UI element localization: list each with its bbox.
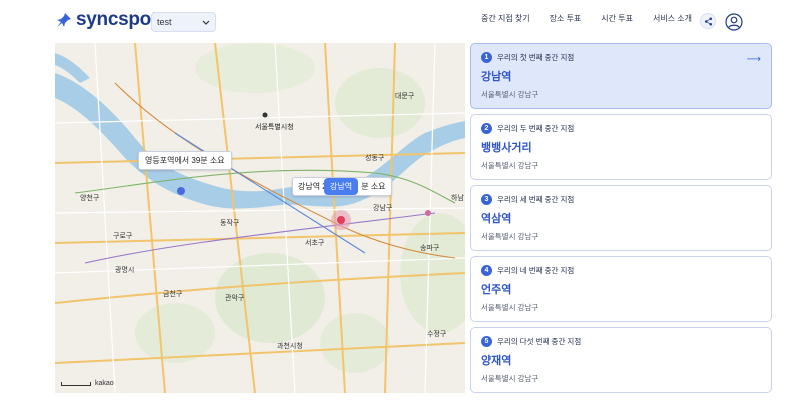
map-place-label: 서초구 — [305, 240, 325, 247]
map-view[interactable]: 영등포역에서 39분 소요 강남역 2 분 소요 강남역 서울특별시청 강남구 … — [55, 43, 465, 393]
map-place-label: 서울특별시청 — [255, 124, 294, 131]
result-card-header: 1 우리의 첫 번째 중간 지점 — [481, 52, 761, 63]
result-district: 서울특별시 강남구 — [481, 374, 539, 383]
result-heading: 우리의 다섯 번째 중간 지점 — [497, 337, 582, 346]
result-district: 서울특별시 강남구 — [481, 303, 539, 312]
nav-service-intro[interactable]: 서비스 소개 — [653, 13, 692, 24]
origin-tooltip: 영등포역에서 39분 소요 — [138, 151, 232, 170]
rank-badge: 3 — [481, 194, 492, 205]
share-icon — [704, 17, 712, 25]
map-place-label: 성동구 — [365, 155, 385, 162]
result-name: 언주역 — [481, 284, 512, 296]
chevron-down-icon — [202, 20, 210, 25]
map-place-label: 구로구 — [113, 233, 133, 240]
result-card[interactable]: 2 우리의 두 번째 중간 지점 뱅뱅사거리 서울특별시 강남구 — [470, 114, 772, 180]
result-card[interactable]: 4 우리의 네 번째 중간 지점 언주역 서울특별시 강남구 — [470, 256, 772, 322]
result-heading: 우리의 네 번째 중간 지점 — [497, 266, 575, 275]
map-place-label: 동작구 — [220, 220, 240, 227]
logo-text: syncspot — [76, 9, 158, 30]
result-card-header: 4 우리의 네 번째 중간 지점 — [481, 265, 761, 276]
map-place-label: 금천구 — [163, 291, 183, 298]
result-heading: 우리의 첫 번째 중간 지점 — [497, 53, 575, 62]
main-nav: 중간 지점 찾기 장소 투표 시간 투표 서비스 소개 — [481, 13, 692, 24]
result-district: 서울특별시 강남구 — [481, 90, 539, 99]
map-place-label: 관악구 — [225, 295, 245, 302]
result-card[interactable]: 5 우리의 다섯 번째 중간 지점 양재역 서울특별시 강남구 — [470, 327, 772, 393]
nav-find-midpoint[interactable]: 중간 지점 찾기 — [481, 13, 530, 24]
map-place-label: 대문구 — [395, 93, 415, 100]
midpoint-results-list: 1 우리의 첫 번째 중간 지점 강남역 서울특별시 강남구 ⟶ 2 우리의 두… — [470, 43, 772, 398]
station-pill[interactable]: 강남역 — [324, 178, 359, 195]
result-name: 양재역 — [481, 355, 512, 367]
arrow-right-icon: ⟶ — [746, 54, 761, 65]
scale-bar — [61, 381, 91, 386]
map-place-label: 수정구 — [427, 331, 447, 338]
result-name: 뱅뱅사거리 — [481, 142, 532, 154]
pin-icon — [57, 13, 71, 27]
nav-time-vote[interactable]: 시간 투표 — [601, 13, 633, 24]
result-card-header: 3 우리의 세 번째 중간 지점 — [481, 194, 761, 205]
project-select-value: test — [157, 17, 172, 27]
rank-badge: 2 — [481, 123, 492, 134]
rank-badge: 5 — [481, 336, 492, 347]
map-scale: kakao — [61, 380, 114, 387]
result-name: 강남역 — [481, 71, 512, 83]
map-attribution: kakao — [95, 380, 114, 387]
nav-place-vote[interactable]: 장소 투표 — [550, 13, 582, 24]
result-card-header: 2 우리의 두 번째 중간 지점 — [481, 123, 761, 134]
result-card-header: 5 우리의 다섯 번째 중간 지점 — [481, 336, 761, 347]
map-place-label: 양천구 — [80, 195, 100, 202]
user-icon — [725, 13, 743, 31]
map-place-label: 강남구 — [373, 205, 393, 212]
destination-tooltip-suffix: 분 소요 — [361, 182, 386, 191]
result-name: 역삼역 — [481, 213, 512, 225]
result-card[interactable]: 1 우리의 첫 번째 중간 지점 강남역 서울특별시 강남구 ⟶ — [470, 43, 772, 109]
map-place-label: 광명시 — [115, 267, 135, 274]
map-place-label: 하남 — [451, 195, 464, 202]
logo[interactable]: syncspot — [56, 9, 157, 31]
result-heading: 우리의 두 번째 중간 지점 — [497, 124, 575, 133]
result-card[interactable]: 3 우리의 세 번째 중간 지점 역삼역 서울특별시 강남구 — [470, 185, 772, 251]
header: syncspot test 중간 지점 찾기 장소 투표 시간 투표 서비스 소… — [0, 0, 800, 42]
rank-badge: 1 — [481, 52, 492, 63]
map-place-label: 송파구 — [420, 245, 440, 252]
project-select[interactable]: test — [151, 12, 216, 32]
destination-tooltip-prefix: 강남역 2 — [298, 182, 327, 191]
result-heading: 우리의 세 번째 중간 지점 — [497, 195, 575, 204]
share-button[interactable] — [700, 13, 716, 29]
rank-badge: 4 — [481, 265, 492, 276]
result-district: 서울특별시 강남구 — [481, 161, 539, 170]
map-place-label: 과천시청 — [277, 343, 303, 350]
user-button[interactable] — [725, 13, 743, 31]
result-district: 서울특별시 강남구 — [481, 232, 539, 241]
